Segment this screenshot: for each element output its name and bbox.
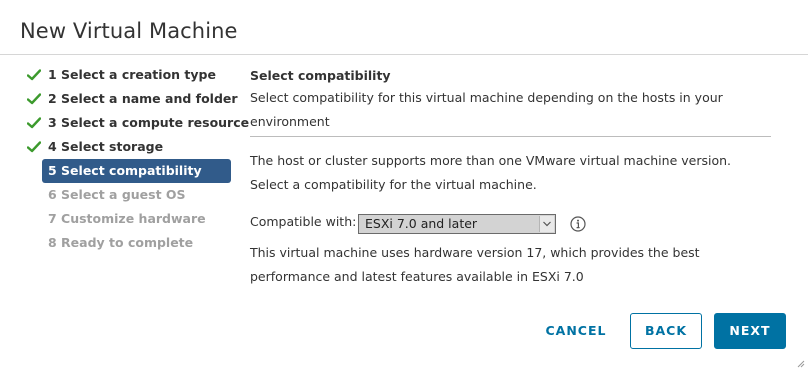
compatibility-select-value: ESXi 7.0 and later [365,216,478,231]
check-icon [27,117,41,129]
step-label: 6 Select a guest OS [48,187,186,202]
back-button[interactable]: BACK [630,313,702,349]
info-icon[interactable] [570,216,586,232]
step-label: 1 Select a creation type [48,67,216,82]
next-button[interactable]: NEXT [714,313,786,349]
step-customize-hardware: 7 Customize hardware [20,207,235,231]
dropdown-arrow [539,216,554,232]
section-description: Select compatibility for this virtual ma… [250,90,723,129]
wizard-steps: 1 Select a creation type 2 Select a name… [20,63,249,255]
section-divider [250,136,771,137]
compatible-with-label: Compatible with: [250,214,357,229]
step-label: 4 Select storage [48,139,164,154]
cancel-button[interactable]: CANCEL [536,313,616,349]
check-icon [27,141,41,153]
step-select-name-and-folder[interactable]: 2 Select a name and folder [20,87,238,111]
resize-grip-icon[interactable] [796,359,805,368]
check-icon [27,93,41,105]
step-select-compute-resource[interactable]: 3 Select a compute resource [20,111,249,135]
step-label: 7 Customize hardware [48,211,206,226]
compatibility-select[interactable]: ESXi 7.0 and later [358,214,556,234]
step-select-creation-type[interactable]: 1 Select a creation type [20,63,235,87]
step-select-compatibility[interactable]: 5 Select compatibility [42,159,231,183]
step-select-guest-os: 6 Select a guest OS [20,183,235,207]
step-label: 3 Select a compute resource [48,115,250,130]
title-divider [0,54,808,55]
step-label: 5 Select compatibility [48,163,202,178]
step-select-storage[interactable]: 4 Select storage [20,135,235,159]
compatibility-outcome: This virtual machine uses hardware versi… [250,245,700,284]
compatibility-row: Compatible with: ESXi 7.0 and later [250,213,772,237]
chevron-down-icon [543,221,551,227]
dialog-title: New Virtual Machine [20,19,238,43]
step-label: 2 Select a name and folder [48,91,238,106]
compatibility-intro: The host or cluster supports more than o… [250,153,731,192]
section-heading: Select compatibility [250,68,391,83]
step-label: 8 Ready to complete [48,235,194,250]
check-icon [27,69,41,81]
step-ready-to-complete: 8 Ready to complete [20,231,235,255]
